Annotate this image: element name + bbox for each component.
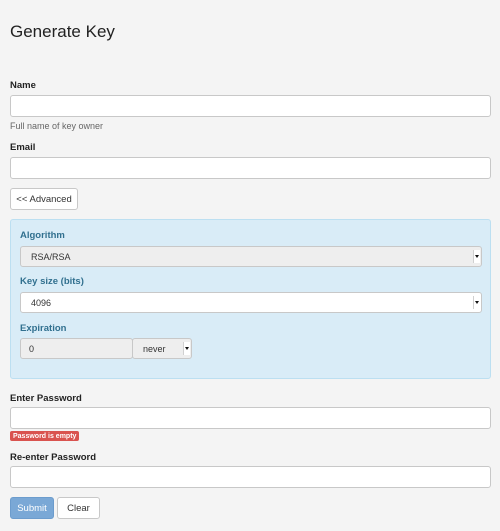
password-confirm-field[interactable]: [10, 466, 491, 488]
chevron-down-icon: [183, 342, 190, 355]
name-field[interactable]: [10, 95, 491, 117]
password-confirm-label: Re-enter Password: [10, 452, 97, 463]
password-label: Enter Password: [10, 393, 82, 404]
advanced-toggle-button[interactable]: << Advanced: [10, 188, 78, 210]
expiration-label: Expiration: [20, 323, 67, 334]
key-size-label: Key size (bits): [20, 276, 84, 287]
algorithm-label: Algorithm: [20, 230, 65, 241]
advanced-panel: Algorithm RSA/RSA Key size (bits) 4096 E…: [10, 219, 491, 379]
key-size-value: 4096: [31, 297, 52, 308]
chevron-down-icon: [473, 250, 480, 263]
email-label: Email: [10, 142, 36, 153]
expiration-unit-select[interactable]: never: [132, 338, 192, 359]
algorithm-select[interactable]: RSA/RSA: [20, 246, 482, 267]
password-field[interactable]: [10, 407, 491, 429]
page-title: Generate Key: [10, 22, 115, 41]
name-label: Name: [10, 80, 36, 91]
algorithm-value: RSA/RSA: [31, 251, 71, 262]
chevron-down-icon: [473, 296, 480, 309]
expiration-value-field[interactable]: 0: [20, 338, 133, 359]
name-hint: Full name of key owner: [10, 121, 104, 131]
clear-button[interactable]: Clear: [57, 497, 100, 519]
expiration-unit-value: never: [143, 343, 166, 354]
submit-button[interactable]: Submit: [10, 497, 54, 519]
key-size-select[interactable]: 4096: [20, 292, 482, 313]
password-error-badge: Password is empty: [10, 431, 80, 441]
email-field[interactable]: [10, 157, 491, 179]
